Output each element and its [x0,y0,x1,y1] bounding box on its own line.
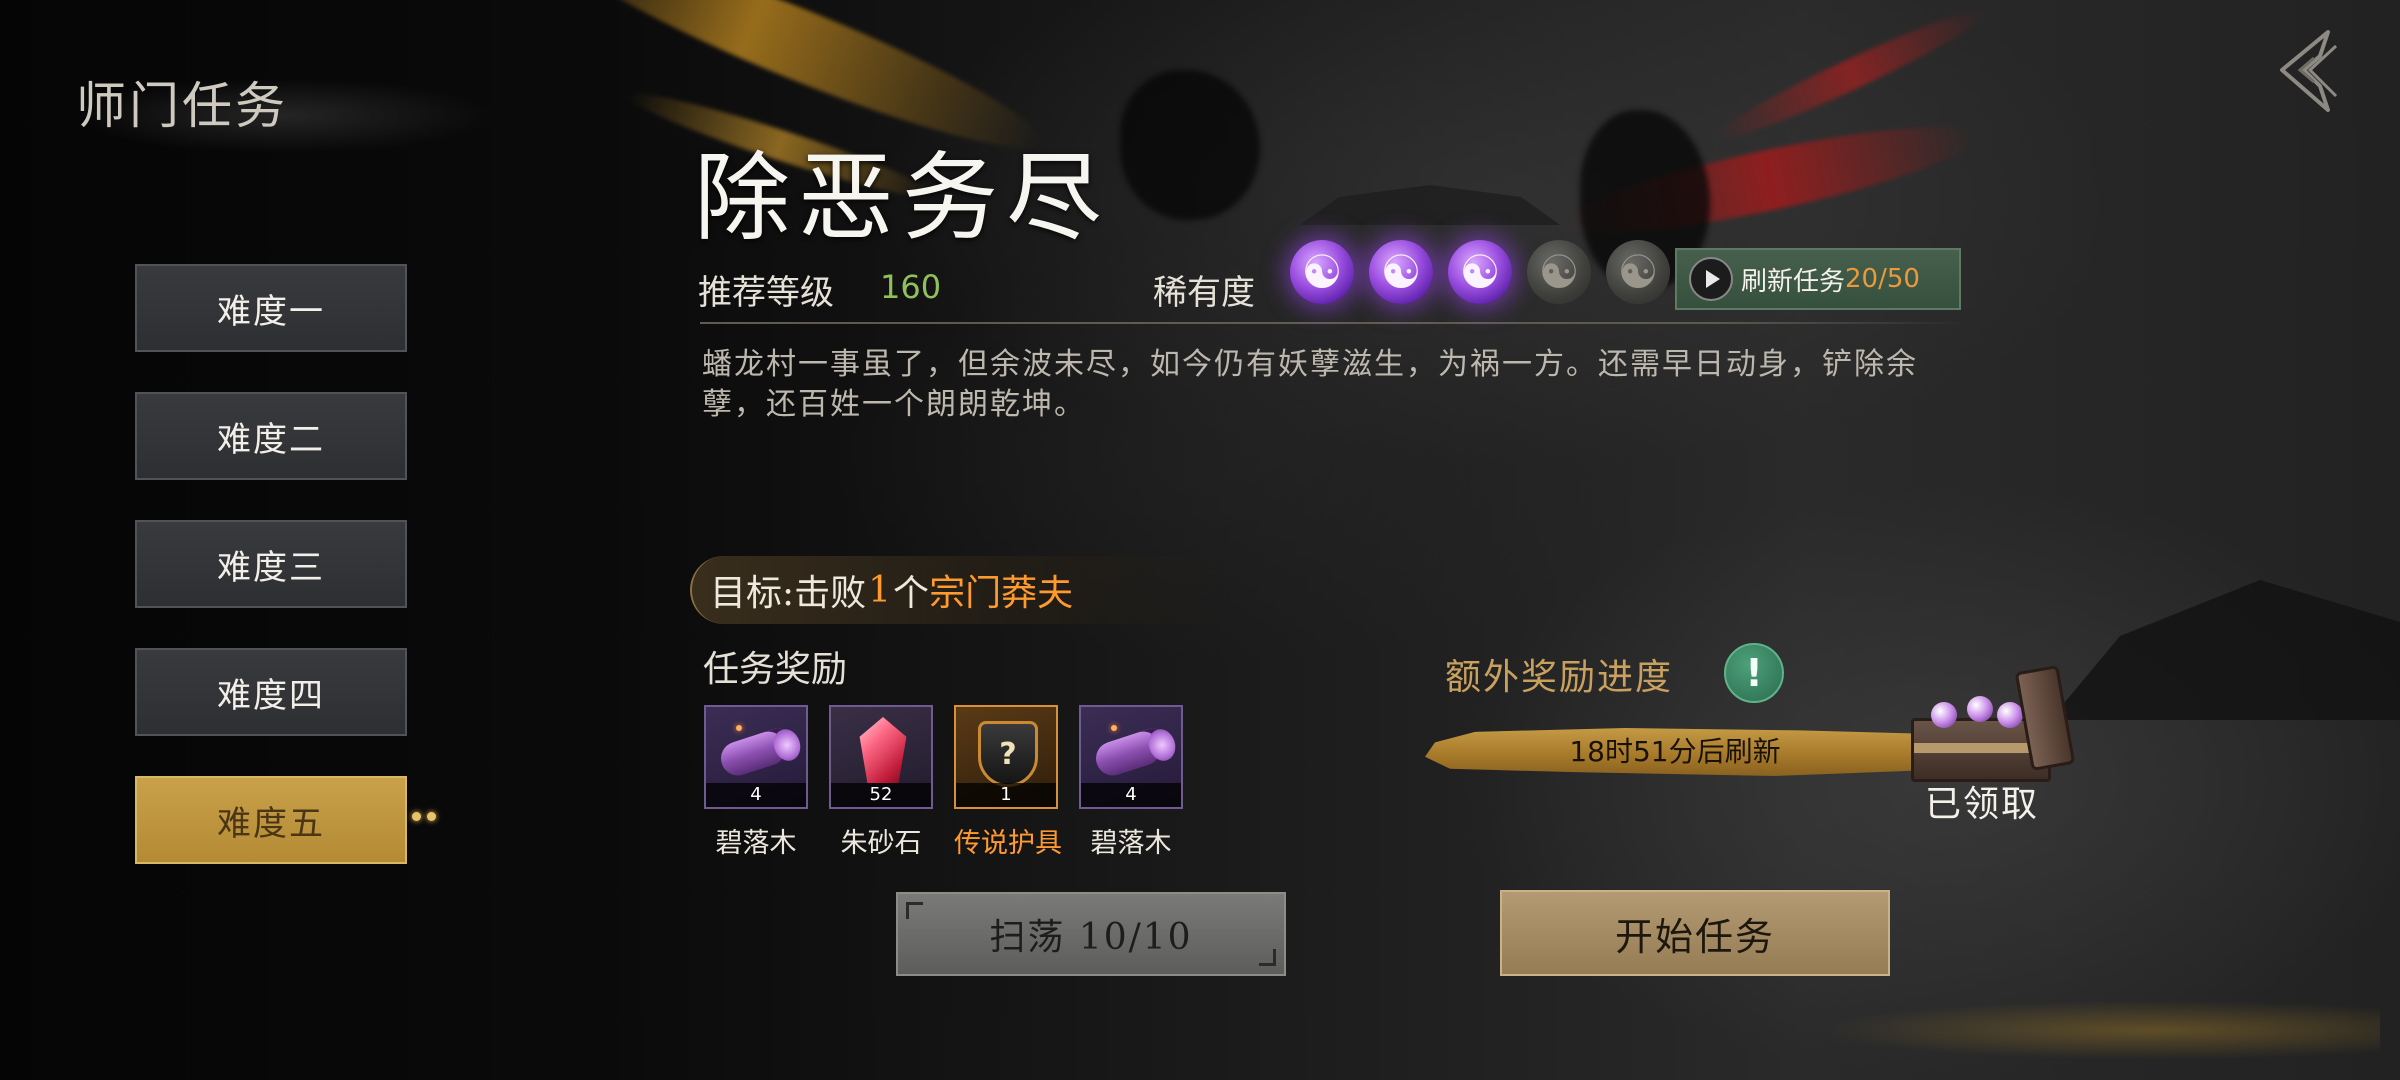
difficulty-button-3[interactable]: 难度三 [135,520,407,608]
back-button[interactable] [2270,26,2350,116]
reward-count: 52 [831,783,931,807]
rarity-orbs: ☯ ☯ ☯ ☯ ☯ [1290,240,1670,304]
rewards-label: 任务奖励 [703,649,848,690]
mission-description: 蟠龙村一事虽了，但余波未尽，如今仍有妖孽滋生，为祸一方。还需早日动身，铲除余孽，… [702,347,1918,422]
chest-gem [1931,702,1957,728]
reward-slot: 4 [704,705,808,809]
game-screen: 师门任务 难度一 难度二 难度三 难度四 难度五 除恶务尽 推荐等级 160 稀… [0,0,2400,1080]
sweep-button[interactable]: 扫荡 10/10 [896,892,1286,976]
reward-name: 碧落木 [1090,828,1172,859]
chest-status: 已领取 [1925,784,2040,825]
objective-count: 1 [868,569,892,611]
crystal-icon [859,717,907,783]
reward-item[interactable]: 4 碧落木 [704,705,808,860]
reward-name: 朱砂石 [840,828,922,859]
yin-yang-icon: ☯ [1527,240,1591,304]
reward-count: 1 [956,783,1056,807]
reward-name: 传说护具 [954,828,1062,859]
wood-icon-spark [736,725,742,731]
chest-gem [1967,696,1993,722]
mission-title: 除恶务尽 [694,142,1110,254]
recommended-level-value: 160 [880,268,942,306]
refresh-count: 20/50 [1845,264,1920,294]
progress-refresh-text: 18时51分后刷新 [1569,735,1781,768]
reward-item[interactable]: 52 朱砂石 [829,705,933,860]
reward-count: 4 [1081,783,1181,807]
page-title: 师门任务 [76,77,288,135]
reward-slot: 52 [829,705,933,809]
difficulty-button-1[interactable]: 难度一 [135,264,407,352]
extra-reward-progress-bar: 18时51分后刷新 [1425,728,1925,776]
divider [700,322,1968,324]
reward-name: 碧落木 [715,828,797,859]
difficulty-button-2[interactable]: 难度二 [135,392,407,480]
back-arrow-icon [2280,30,2338,112]
objective-measure: 个 [893,573,930,614]
refresh-label: 刷新任务 [1741,266,1846,297]
yin-yang-icon: ☯ [1606,240,1670,304]
start-mission-button[interactable]: 开始任务 [1500,890,1890,976]
reward-item[interactable]: 4 碧落木 [1079,705,1183,860]
pavilion-silhouette [1300,185,1560,225]
armor-mystery-icon: ? [978,721,1038,787]
reward-slot: ? 1 [954,705,1058,809]
recommended-level-label: 推荐等级 [698,273,834,313]
difficulty-button-4[interactable]: 难度四 [135,648,407,736]
exclamation-icon[interactable]: ! [1724,643,1784,703]
temple-roof-silhouette [2050,580,2400,720]
extra-reward-label: 额外奖励进度 [1445,657,1674,698]
objective-target: 宗门莽夫 [929,573,1074,614]
swordsman-silhouette [1120,70,1260,220]
refresh-mission-button[interactable]: 刷新任务 20/50 [1675,248,1961,310]
gold-dust [1820,1000,2380,1060]
reward-slot: 4 [1079,705,1183,809]
yin-yang-icon: ☯ [1448,240,1512,304]
yin-yang-icon: ☯ [1369,240,1433,304]
reward-count: 4 [706,783,806,807]
difficulty-button-5[interactable]: 难度五 [135,776,407,864]
reward-item[interactable]: ? 1 传说护具 [954,705,1062,860]
rarity-label: 稀有度 [1153,273,1255,313]
mission-objective: 目标:击败 1 个 宗门莽夫 [690,556,1230,624]
yin-yang-icon: ☯ [1290,240,1354,304]
chest-gem [1997,702,2023,728]
reward-chest[interactable] [1905,664,2076,788]
wood-icon-spark [1111,725,1117,731]
play-icon [1689,257,1733,301]
selection-indicator [412,812,436,821]
objective-prefix: 目标:击败 [710,573,867,614]
